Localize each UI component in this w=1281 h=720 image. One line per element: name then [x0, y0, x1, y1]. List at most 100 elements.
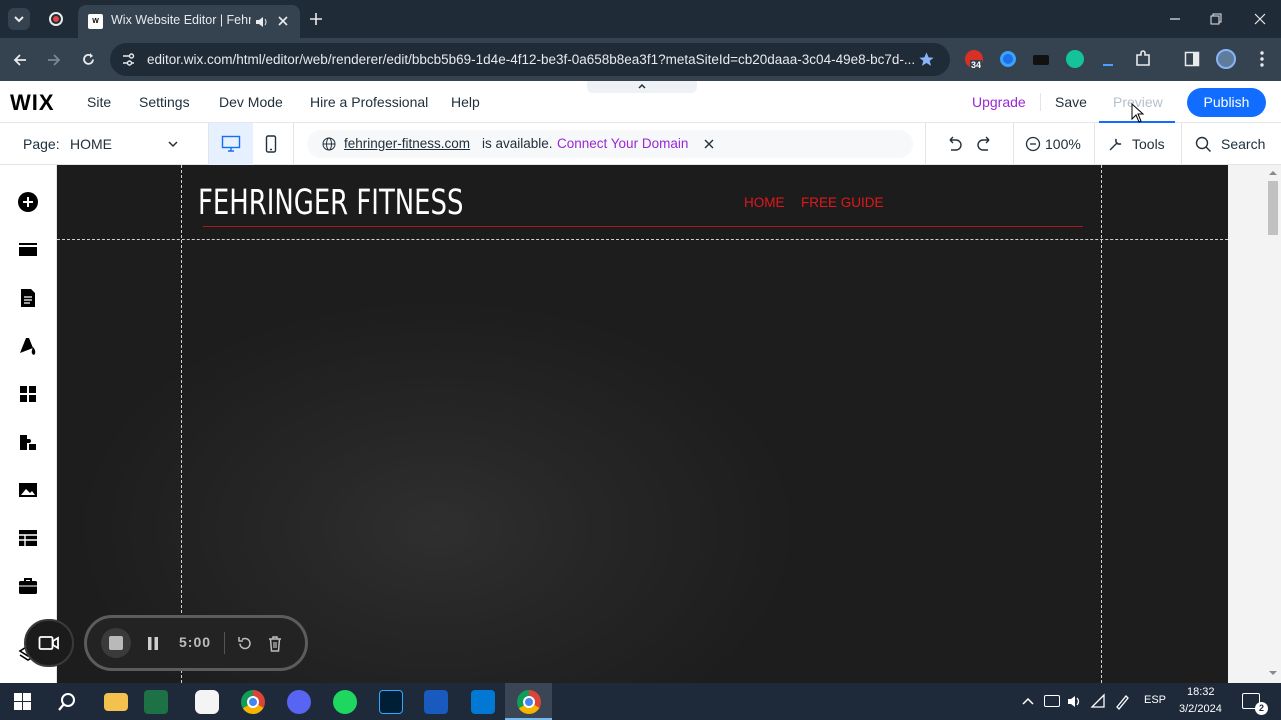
restore-icon[interactable]	[1209, 12, 1223, 26]
tools-icon	[1109, 138, 1122, 151]
gridline-right	[1101, 165, 1102, 683]
reload-icon[interactable]	[80, 51, 97, 68]
wifi-icon[interactable]	[1090, 693, 1107, 710]
connect-domain-link[interactable]: Connect Your Domain	[557, 136, 688, 151]
scrollbar-thumb[interactable]	[1268, 181, 1278, 235]
theme-design-icon[interactable]	[17, 335, 39, 357]
publish-label: Publish	[1203, 94, 1250, 110]
word-icon[interactable]	[424, 690, 448, 714]
puzzle-extensions-icon[interactable]	[1134, 50, 1152, 68]
taskbar-clock[interactable]: 18:32	[1187, 686, 1215, 698]
mobile-view-button[interactable]	[253, 123, 289, 165]
cms-table-icon[interactable]	[17, 527, 39, 549]
collapse-bar-handle[interactable]	[587, 81, 697, 93]
undo-icon[interactable]	[945, 136, 963, 152]
tools-button[interactable]: Tools	[1107, 135, 1167, 155]
domain-name-link[interactable]: fehringer-fitness.com	[344, 136, 470, 151]
tab-close-icon[interactable]	[277, 15, 289, 27]
menu-hire-professional[interactable]: Hire a Professional	[310, 94, 428, 110]
desktop-view-button[interactable]	[209, 123, 253, 165]
taskbar-search-icon[interactable]	[57, 692, 77, 712]
taskbar-date[interactable]: 3/2/2024	[1179, 703, 1222, 715]
header-boundary	[57, 239, 1228, 240]
windows-start-icon[interactable]	[14, 693, 31, 710]
browser-menu-icon[interactable]	[1259, 50, 1265, 68]
minimize-icon[interactable]	[1168, 12, 1182, 26]
business-tools-icon[interactable]	[17, 431, 39, 453]
scroll-down-icon[interactable]	[1268, 669, 1278, 677]
language-indicator[interactable]: ESP	[1144, 694, 1166, 706]
media-icon[interactable]	[17, 479, 39, 501]
new-tab-icon[interactable]	[309, 12, 323, 26]
portfolio-briefcase-icon[interactable]	[17, 575, 39, 597]
menu-site[interactable]: Site	[87, 94, 111, 110]
canvas-scrollbar[interactable]	[1228, 165, 1281, 683]
zoom-control[interactable]: 100%	[1025, 135, 1085, 155]
redo-icon[interactable]	[976, 136, 994, 152]
recorder-camera-button[interactable]	[24, 619, 74, 667]
profile-avatar[interactable]	[1216, 49, 1236, 69]
search-label: Search	[1221, 136, 1266, 152]
tab-search-button[interactable]	[8, 8, 30, 30]
grammarly-icon[interactable]	[1066, 50, 1084, 68]
search-button[interactable]: Search	[1195, 135, 1270, 155]
chevron-down-icon	[14, 16, 24, 23]
site-info-icon[interactable]	[121, 52, 136, 67]
forward-arrow-icon[interactable]	[46, 52, 62, 68]
site-title[interactable]: FEHRINGER FITNESS	[198, 183, 463, 223]
extension-dark-icon[interactable]	[1033, 55, 1049, 65]
add-elements-icon[interactable]	[17, 191, 39, 213]
divider	[224, 632, 225, 654]
publish-button[interactable]: Publish	[1187, 88, 1266, 117]
file-explorer-icon[interactable]	[104, 693, 128, 711]
chrome-icon	[517, 690, 541, 714]
add-section-icon[interactable]	[17, 239, 39, 261]
chrome-active-button[interactable]	[505, 683, 552, 720]
nav-free-guide[interactable]: FREE GUIDE	[801, 195, 884, 210]
photoshop-icon[interactable]	[379, 690, 403, 714]
tools-label: Tools	[1132, 136, 1165, 152]
divider	[1181, 123, 1182, 165]
upgrade-link[interactable]: Upgrade	[972, 94, 1026, 110]
chrome-icon[interactable]	[241, 690, 265, 714]
pause-icon[interactable]	[146, 636, 160, 651]
save-button[interactable]: Save	[1055, 94, 1087, 110]
menu-settings[interactable]: Settings	[139, 94, 190, 110]
pen-icon[interactable]	[1114, 693, 1131, 710]
scroll-up-icon[interactable]	[1268, 169, 1278, 177]
trash-icon[interactable]	[267, 635, 283, 652]
bookmark-star-icon[interactable]	[918, 51, 935, 68]
editor-canvas[interactable]: FEHRINGER FITNESS HOME FREE GUIDE	[57, 165, 1228, 683]
page-selector[interactable]: HOME	[70, 136, 190, 154]
tab-wix-editor[interactable]: W Wix Website Editor | Fehringer	[78, 5, 300, 38]
stop-button[interactable]	[101, 628, 131, 658]
divider	[293, 123, 294, 165]
extension-blue-icon[interactable]	[1000, 51, 1016, 67]
capcut-icon[interactable]	[195, 690, 219, 714]
window-close-icon[interactable]	[1253, 12, 1267, 26]
excel-icon[interactable]	[144, 690, 168, 714]
windows-taskbar: ESP 18:32 3/2/2024 2	[0, 683, 1281, 720]
menu-dev-mode[interactable]: Dev Mode	[219, 94, 283, 110]
divider	[925, 123, 926, 165]
nav-home[interactable]: HOME	[744, 195, 785, 210]
tray-chevron-up-icon[interactable]	[1021, 695, 1035, 707]
close-banner-icon[interactable]	[704, 139, 714, 149]
pages-icon[interactable]	[17, 287, 39, 309]
speaker-icon[interactable]	[254, 15, 268, 29]
wix-logo[interactable]: WIX	[10, 90, 55, 116]
discord-icon[interactable]	[287, 690, 311, 714]
address-bar[interactable]: editor.wix.com/html/editor/web/renderer/…	[110, 43, 950, 76]
side-panel-icon[interactable]	[1184, 51, 1200, 67]
volume-icon[interactable]	[1066, 693, 1083, 710]
gridline-left	[181, 165, 182, 683]
outlook-icon[interactable]	[471, 690, 495, 714]
spotify-icon[interactable]	[333, 690, 357, 714]
battery-icon[interactable]	[1044, 695, 1060, 707]
extension-line-icon[interactable]	[1103, 64, 1113, 66]
apps-icon[interactable]	[17, 383, 39, 405]
menu-help[interactable]: Help	[451, 94, 480, 110]
chevron-down-icon	[168, 141, 178, 148]
back-arrow-icon[interactable]	[12, 52, 28, 68]
restart-icon[interactable]	[236, 635, 253, 652]
